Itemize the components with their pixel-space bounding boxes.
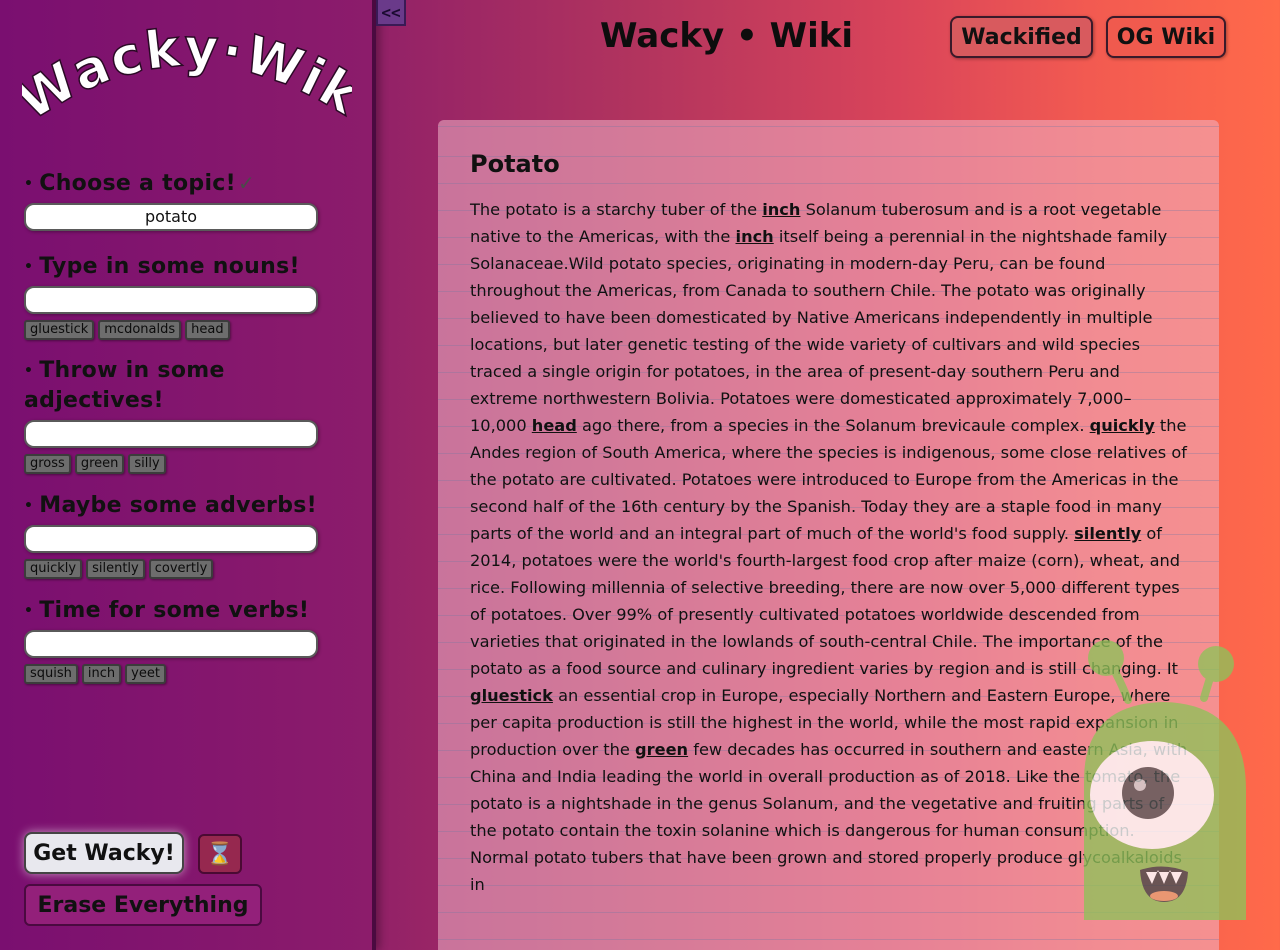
verbs-label: • Time for some verbs! (24, 598, 310, 623)
article-text: of 2014, potatoes were the world's fourt… (470, 524, 1181, 678)
hourglass-icon: ⌛ (206, 841, 234, 867)
adjective-chip[interactable]: silly (128, 454, 166, 474)
verbs-input[interactable] (24, 630, 318, 658)
nouns-section: • Type in some nouns! gluestick mcdonalds… (24, 252, 324, 340)
adjectives-chips: gross green silly (24, 454, 324, 474)
wacky-word[interactable]: gluestick (470, 686, 553, 705)
article-text: few decades has occurred in southern and… (470, 740, 1188, 894)
nouns-label: • Type in some nouns! (24, 254, 300, 279)
topic-input[interactable]: potato (24, 203, 318, 231)
verb-chip[interactable]: squish (24, 664, 78, 684)
adverb-chip[interactable]: covertly (148, 559, 214, 579)
article-title: Potato (470, 150, 560, 178)
wacky-word[interactable]: inch (762, 200, 800, 219)
wacky-word[interactable]: silently (1074, 524, 1141, 543)
wacky-word[interactable]: inch (736, 227, 774, 246)
article-text: The potato is a starchy tuber of the (470, 200, 763, 219)
noun-chip[interactable]: gluestick (24, 320, 95, 340)
adverb-chip[interactable]: silently (86, 559, 145, 579)
verbs-chips: squish inch yeet (24, 664, 324, 684)
nouns-chips: gluestick mcdonalds head (24, 320, 324, 340)
adjective-chip[interactable]: gross (24, 454, 71, 474)
get-wacky-button[interactable]: Get Wacky! (24, 832, 184, 874)
verb-chip[interactable]: inch (81, 664, 122, 684)
svg-text:Wacky·Wiki: Wacky·Wiki (22, 22, 352, 132)
nouns-input[interactable] (24, 286, 318, 314)
adjectives-input[interactable] (24, 420, 318, 448)
noun-chip[interactable]: head (185, 320, 230, 340)
adjectives-section: • Throw in some adjectives! gross green s… (24, 356, 324, 474)
adjectives-label: • Throw in some adjectives! (24, 358, 225, 413)
site-title: Wacky • Wiki (600, 16, 853, 56)
article-text: itself being a perennial in the nightsha… (470, 227, 1168, 435)
adjective-chip[interactable]: green (74, 454, 125, 474)
topic-label: • Choose a topic! ✓ (24, 171, 256, 196)
verbs-section: • Time for some verbs! squish inch yeet (24, 596, 324, 684)
sidebar: Wacky·Wiki •Choose a topic!✓ potato •Typ… (0, 0, 376, 950)
adverbs-label: • Maybe some adverbs! (24, 493, 317, 518)
collapse-sidebar-button[interactable]: << (376, 0, 406, 26)
wacky-wiki-logo: Wacky·Wiki (7, 0, 370, 133)
adverbs-input[interactable] (24, 525, 318, 553)
og-wiki-button[interactable]: OG Wiki (1106, 16, 1226, 58)
check-icon: ✓ (237, 171, 256, 195)
adverbs-chips: quickly silently covertly (24, 559, 324, 579)
wacky-word[interactable]: quickly (1090, 416, 1155, 435)
verb-chip[interactable]: yeet (125, 664, 166, 684)
noun-chip[interactable]: mcdonalds (98, 320, 182, 340)
wackified-button[interactable]: Wackified (950, 16, 1093, 58)
topic-section: • Choose a topic! ✓ potato (24, 168, 324, 231)
hourglass-button[interactable]: ⌛ (198, 834, 242, 874)
article-panel: Potato The potato is a starchy tuber of … (438, 120, 1219, 950)
erase-everything-button[interactable]: Erase Everything (24, 884, 262, 926)
adverbs-section: • Maybe some adverbs! quickly silently co… (24, 491, 324, 579)
adverb-chip[interactable]: quickly (24, 559, 83, 579)
article-text: ago there, from a species in the Solanum… (576, 416, 1090, 435)
wacky-word[interactable]: head (532, 416, 577, 435)
wacky-word[interactable]: green (635, 740, 688, 759)
article-body: The potato is a starchy tuber of the inc… (470, 196, 1188, 898)
